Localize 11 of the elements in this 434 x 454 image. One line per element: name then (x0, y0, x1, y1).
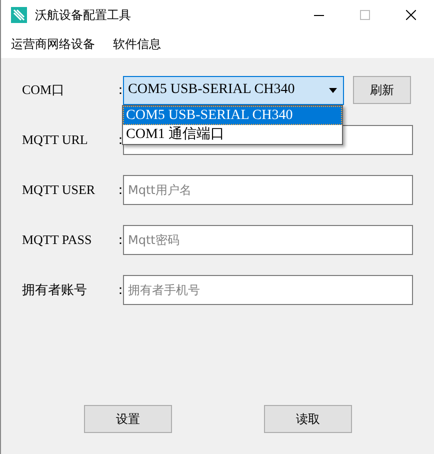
field-label: MQTT USER (22, 182, 96, 198)
colon: ： (114, 281, 123, 299)
colon: ： (114, 181, 123, 199)
field-label: COM口 (22, 81, 66, 99)
window-title: 沃航设备配置工具 (35, 6, 132, 24)
colon: ： (114, 231, 123, 249)
field-label: MQTT PASS (22, 232, 93, 248)
field-label: MQTT URL (22, 132, 89, 148)
colon: ： (114, 81, 123, 99)
colon: ： (114, 132, 123, 149)
field-label: 拥有者账号 (22, 281, 88, 299)
